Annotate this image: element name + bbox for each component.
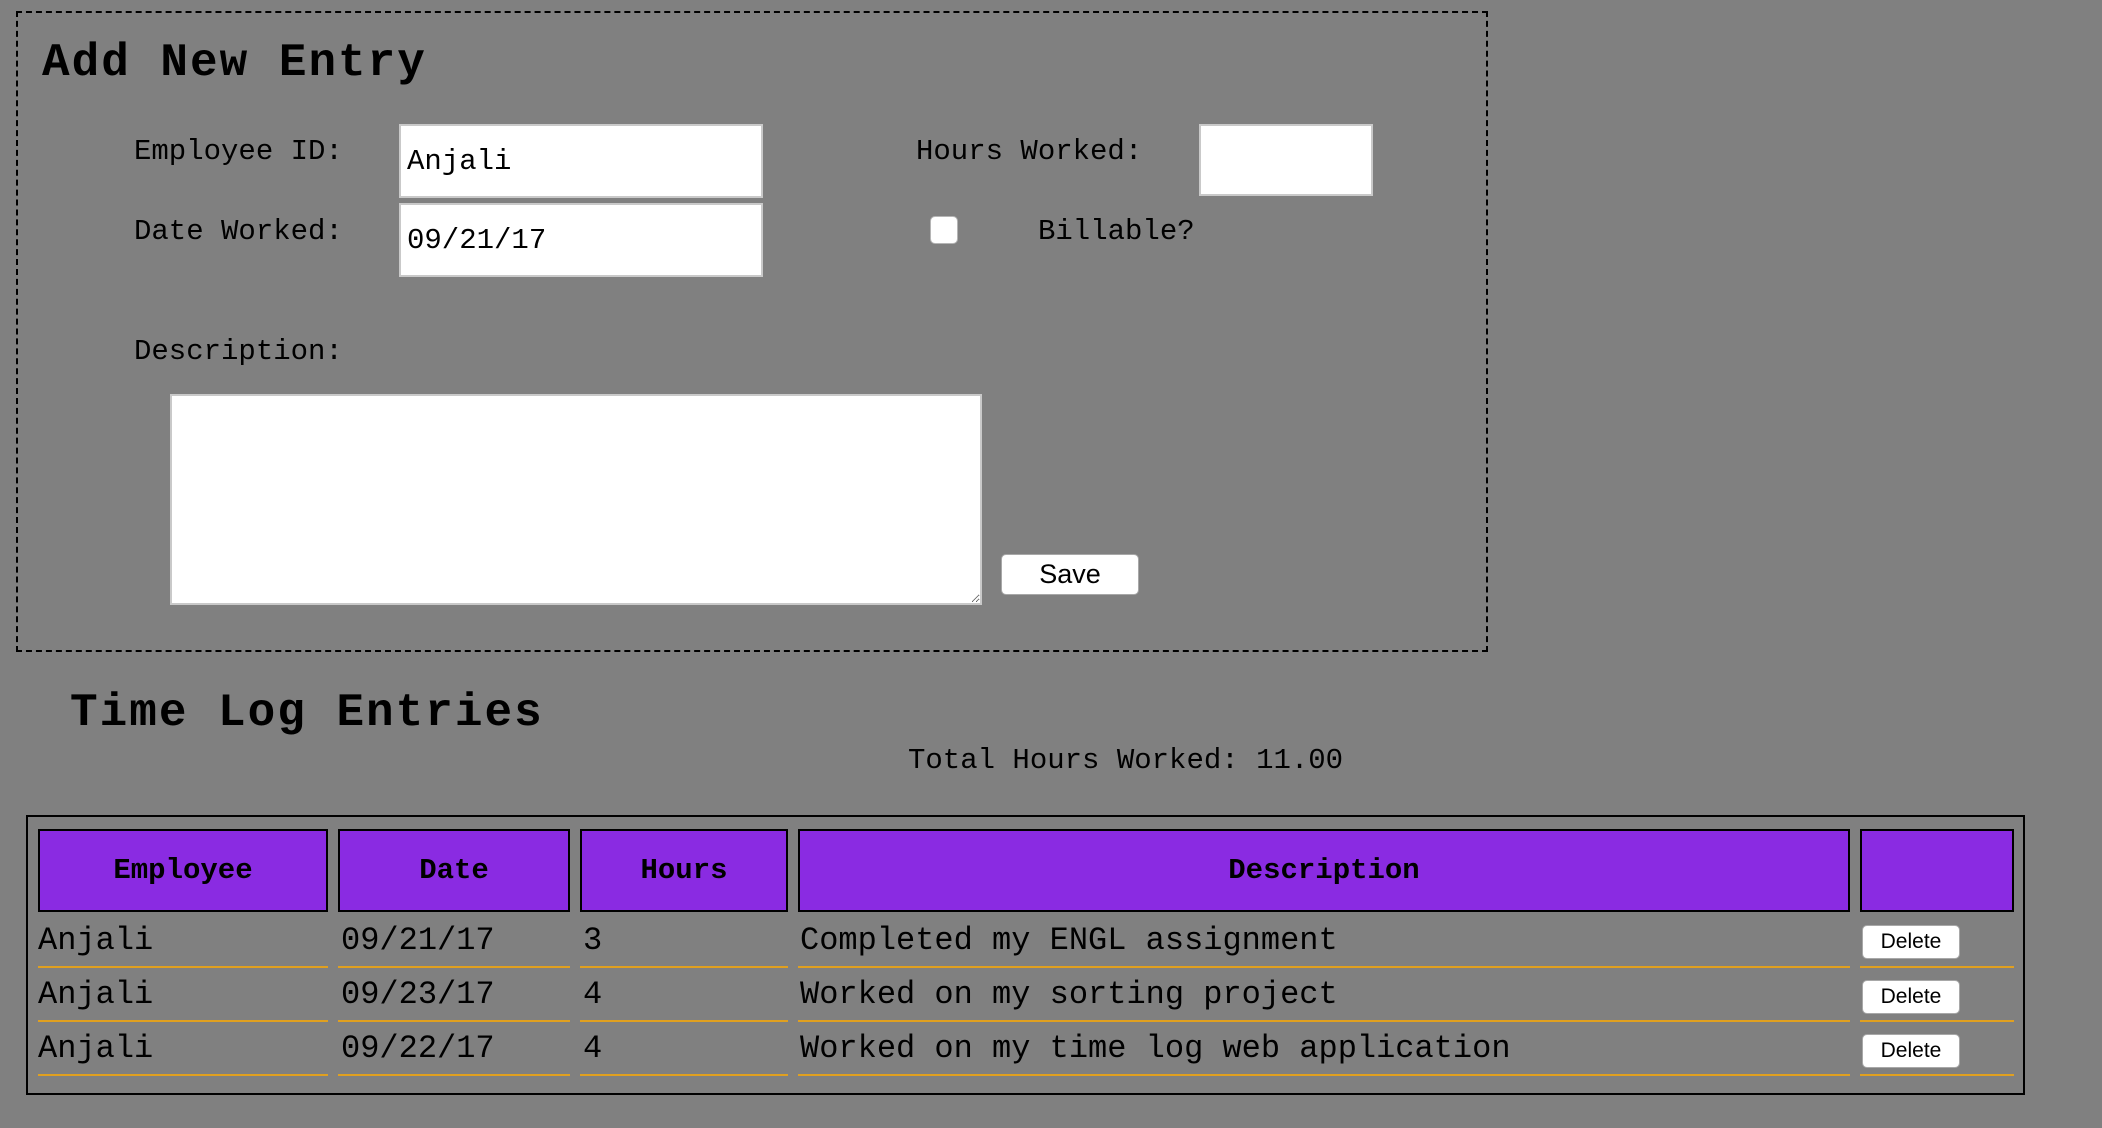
delete-button[interactable]: Delete — [1862, 925, 1960, 959]
column-header-description: Description — [798, 829, 1850, 912]
cell-description: Completed my ENGL assignment — [798, 914, 1850, 968]
cell-description: Worked on my sorting project — [798, 968, 1850, 1022]
employee-id-label: Employee ID: — [134, 135, 343, 168]
cell-employee: Anjali — [38, 1022, 328, 1076]
employee-id-input[interactable] — [399, 124, 763, 198]
cell-hours: 4 — [580, 968, 788, 1022]
billable-label: Billable? — [1038, 215, 1195, 248]
cell-employee: Anjali — [38, 968, 328, 1022]
date-worked-input[interactable] — [399, 203, 763, 277]
hours-worked-label: Hours Worked: — [916, 135, 1143, 168]
billable-checkbox[interactable] — [930, 216, 958, 244]
cell-employee: Anjali — [38, 914, 328, 968]
column-header-actions — [1860, 829, 2014, 912]
cell-date: 09/22/17 — [338, 1022, 570, 1076]
description-label: Description: — [134, 335, 343, 368]
section-title: Time Log Entries — [70, 687, 544, 739]
cell-date: 09/21/17 — [338, 914, 570, 968]
total-hours-value: 11.00 — [1256, 744, 1344, 777]
cell-description: Worked on my time log web application — [798, 1022, 1850, 1076]
description-textarea[interactable] — [170, 394, 982, 605]
column-header-employee: Employee — [38, 829, 328, 912]
save-button[interactable]: Save — [1001, 554, 1139, 595]
date-worked-label: Date Worked: — [134, 215, 343, 248]
cell-date: 09/23/17 — [338, 968, 570, 1022]
cell-hours: 3 — [580, 914, 788, 968]
form-title: Add New Entry — [42, 37, 427, 89]
total-hours: Total Hours Worked: 11.00 — [908, 746, 1343, 775]
hours-worked-input[interactable] — [1199, 124, 1373, 196]
total-hours-label: Total Hours Worked: — [908, 744, 1239, 777]
delete-button[interactable]: Delete — [1862, 1034, 1960, 1068]
cell-hours: 4 — [580, 1022, 788, 1076]
delete-button[interactable]: Delete — [1862, 980, 1960, 1014]
column-header-hours: Hours — [580, 829, 788, 912]
column-header-date: Date — [338, 829, 570, 912]
